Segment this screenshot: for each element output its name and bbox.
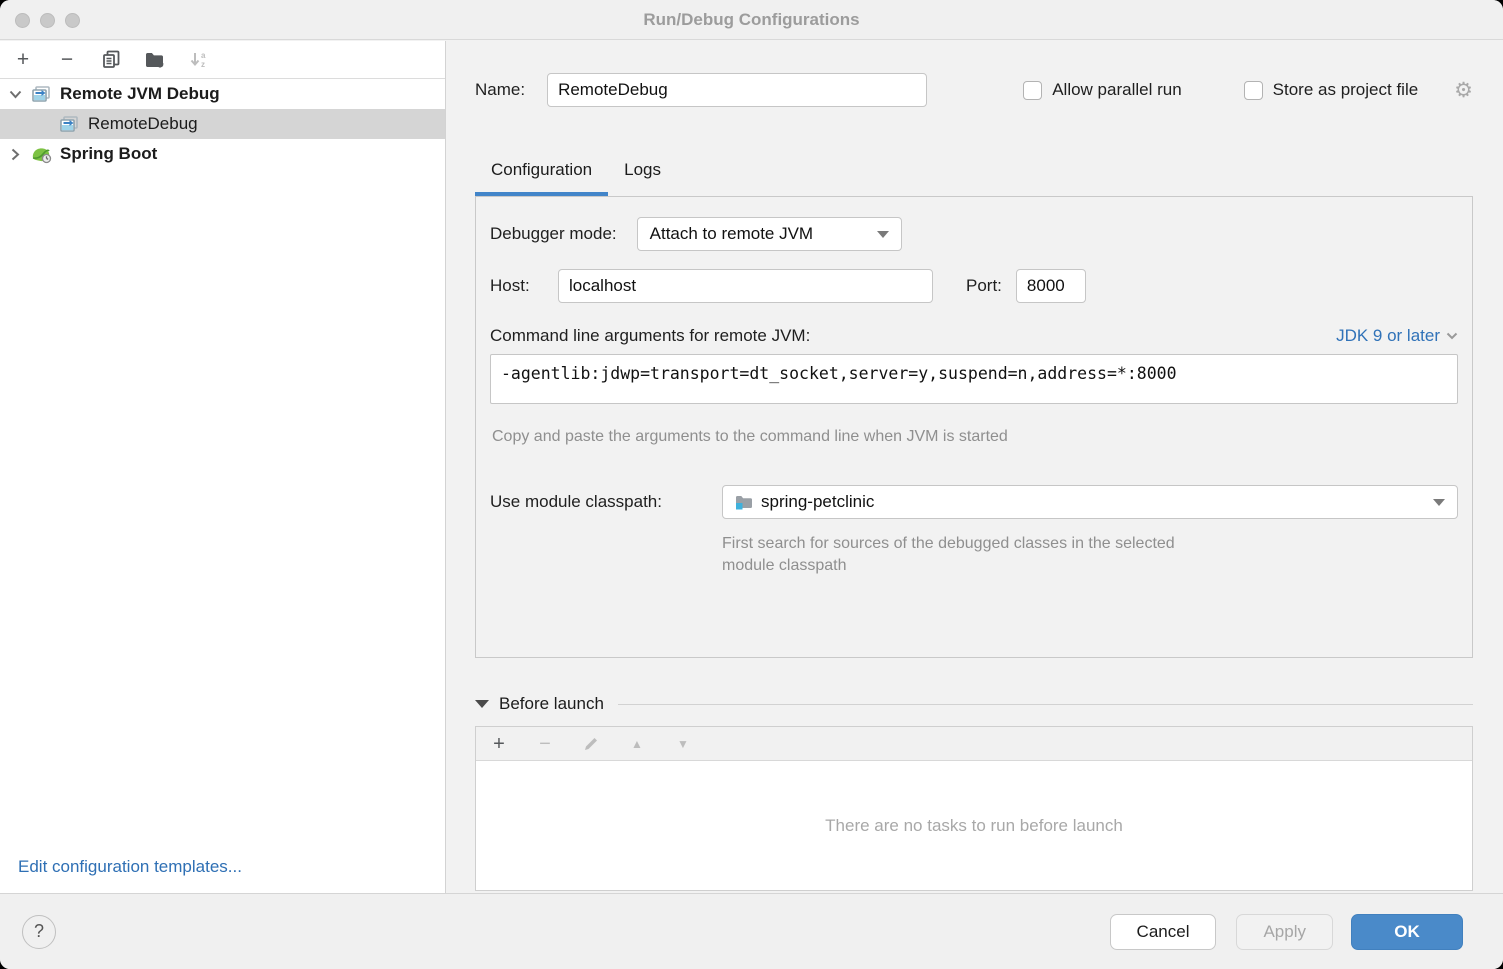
minimize-window-button[interactable] bbox=[40, 13, 55, 28]
tree-item-remotedebug[interactable]: RemoteDebug bbox=[0, 109, 445, 139]
store-as-project-file-checkbox[interactable] bbox=[1244, 81, 1263, 100]
before-launch-title: Before launch bbox=[499, 694, 604, 714]
before-launch-tasks-panel: + − ▲ ▼ There are no tasks to run before… bbox=[475, 726, 1473, 891]
module-classpath-label: Use module classpath: bbox=[490, 492, 722, 512]
sidebar-toolbar: + − bbox=[0, 41, 445, 79]
command-line-label-row: Command line arguments for remote JVM: J… bbox=[490, 326, 1458, 346]
name-input[interactable] bbox=[547, 73, 927, 107]
move-task-down-icon[interactable]: ▼ bbox=[672, 733, 694, 755]
dialog-title: Run/Debug Configurations bbox=[643, 10, 859, 30]
store-settings-gear-icon[interactable]: ⚙ bbox=[1454, 80, 1473, 101]
configurations-tree: Remote JVM Debug RemoteDebug bbox=[0, 79, 445, 169]
dropdown-arrow-icon bbox=[1433, 499, 1445, 506]
command-line-label: Command line arguments for remote JVM: bbox=[490, 326, 810, 346]
remove-configuration-icon[interactable]: − bbox=[56, 49, 78, 71]
name-row: Name: Allow parallel run Store as projec… bbox=[475, 73, 1473, 107]
tree-item-remote-jvm-debug[interactable]: Remote JVM Debug bbox=[0, 79, 445, 109]
edit-configuration-templates-link[interactable]: Edit configuration templates... bbox=[18, 857, 242, 877]
module-classpath-value: spring-petclinic bbox=[761, 492, 874, 512]
tab-label: Configuration bbox=[491, 156, 592, 180]
debugger-mode-value: Attach to remote JVM bbox=[650, 224, 813, 244]
host-port-row: Host: Port: bbox=[490, 269, 1458, 303]
editor-tabs: Configuration Logs bbox=[475, 156, 1473, 196]
dropdown-arrow-icon bbox=[877, 231, 889, 238]
tree-item-label: RemoteDebug bbox=[88, 114, 198, 134]
tab-logs[interactable]: Logs bbox=[608, 156, 677, 196]
collapse-arrow-icon[interactable] bbox=[475, 700, 489, 708]
remote-debug-config-icon bbox=[58, 114, 80, 134]
tree-item-label: Remote JVM Debug bbox=[60, 84, 220, 104]
configuration-tab-panel: Debugger mode: Attach to remote JVM Host… bbox=[475, 196, 1473, 658]
remove-task-icon[interactable]: − bbox=[534, 733, 556, 755]
configurations-sidebar: + − bbox=[0, 41, 446, 893]
window-controls bbox=[15, 0, 80, 40]
jdk-version-selector[interactable]: JDK 9 or later bbox=[1336, 326, 1458, 346]
debugger-mode-label: Debugger mode: bbox=[490, 224, 617, 244]
store-as-project-file-label: Store as project file bbox=[1273, 80, 1419, 100]
command-line-hint: Copy and paste the arguments to the comm… bbox=[492, 426, 1458, 448]
host-input[interactable] bbox=[558, 269, 933, 303]
section-divider bbox=[618, 704, 1473, 705]
module-icon bbox=[735, 494, 753, 510]
title-bar: Run/Debug Configurations bbox=[0, 0, 1503, 40]
edit-task-icon[interactable] bbox=[580, 733, 602, 755]
host-label: Host: bbox=[490, 276, 558, 296]
chevron-right-icon[interactable] bbox=[0, 148, 30, 161]
port-input[interactable] bbox=[1016, 269, 1086, 303]
port-label: Port: bbox=[966, 276, 1002, 296]
add-configuration-icon[interactable]: + bbox=[12, 49, 34, 71]
svg-text:z: z bbox=[201, 60, 205, 69]
cancel-button[interactable]: Cancel bbox=[1110, 914, 1217, 950]
svg-text:a: a bbox=[201, 51, 206, 60]
name-label: Name: bbox=[475, 80, 525, 100]
zoom-window-button[interactable] bbox=[65, 13, 80, 28]
new-folder-icon[interactable] bbox=[144, 49, 166, 71]
chevron-down-icon bbox=[1446, 332, 1458, 340]
module-classpath-row: Use module classpath: spring-petclinic bbox=[490, 485, 1458, 519]
module-classpath-select[interactable]: spring-petclinic bbox=[722, 485, 1458, 519]
allow-parallel-run-checkbox[interactable] bbox=[1023, 81, 1042, 100]
command-line-arguments-input[interactable] bbox=[490, 354, 1458, 404]
no-tasks-message: There are no tasks to run before launch bbox=[476, 761, 1472, 890]
help-button[interactable]: ? bbox=[22, 915, 56, 949]
tasks-toolbar: + − ▲ ▼ bbox=[476, 727, 1472, 761]
ok-button[interactable]: OK bbox=[1351, 914, 1463, 950]
debugger-mode-row: Debugger mode: Attach to remote JVM bbox=[490, 217, 1458, 251]
apply-button[interactable]: Apply bbox=[1236, 914, 1333, 950]
allow-parallel-run-label: Allow parallel run bbox=[1052, 80, 1181, 100]
remote-debug-config-icon bbox=[30, 84, 52, 104]
move-task-up-icon[interactable]: ▲ bbox=[626, 733, 648, 755]
configuration-editor: Name: Allow parallel run Store as projec… bbox=[447, 41, 1503, 893]
tree-item-spring-boot[interactable]: Spring Boot bbox=[0, 139, 445, 169]
allow-parallel-run-option: Allow parallel run Store as project file… bbox=[1023, 80, 1473, 101]
run-debug-configurations-dialog: Run/Debug Configurations + − bbox=[0, 0, 1503, 969]
dialog-footer: ? Cancel Apply OK bbox=[0, 893, 1503, 969]
jdk-version-label: JDK 9 or later bbox=[1336, 326, 1440, 346]
tab-configuration[interactable]: Configuration bbox=[475, 156, 608, 196]
tab-label: Logs bbox=[624, 156, 661, 180]
debugger-mode-select[interactable]: Attach to remote JVM bbox=[637, 217, 902, 251]
spring-boot-icon bbox=[30, 144, 52, 164]
sort-configurations-icon[interactable]: a z bbox=[188, 49, 210, 71]
tree-item-label: Spring Boot bbox=[60, 144, 157, 164]
chevron-down-icon[interactable] bbox=[0, 90, 30, 99]
copy-configuration-icon[interactable] bbox=[100, 49, 122, 71]
close-window-button[interactable] bbox=[15, 13, 30, 28]
add-task-icon[interactable]: + bbox=[488, 733, 510, 755]
module-classpath-hint: First search for sources of the debugged… bbox=[722, 533, 1227, 577]
before-launch-header[interactable]: Before launch bbox=[475, 694, 1473, 714]
